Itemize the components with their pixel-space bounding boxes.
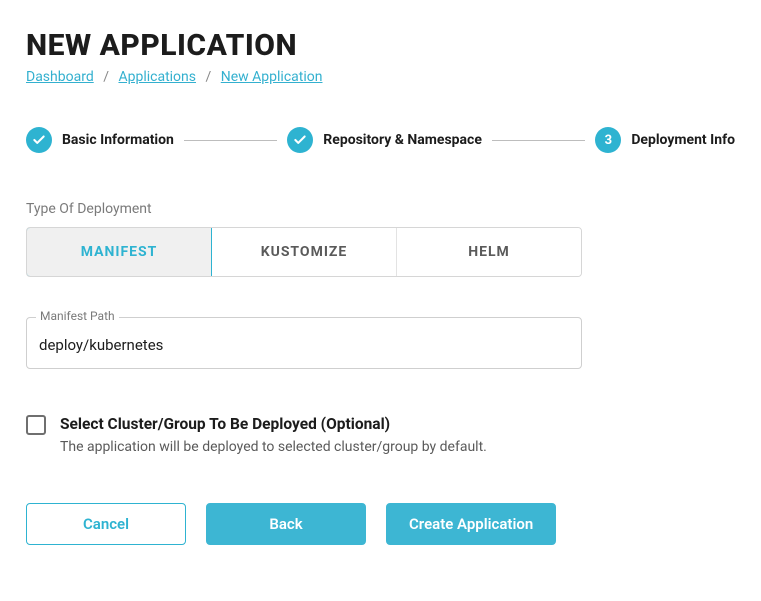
cluster-select-row: Select Cluster/Group To Be Deployed (Opt… xyxy=(26,415,735,455)
step-connector xyxy=(492,140,585,141)
back-button[interactable]: Back xyxy=(206,503,366,545)
cluster-select-checkbox[interactable] xyxy=(26,415,46,435)
step-label: Repository & Namespace xyxy=(323,132,482,148)
breadcrumb-separator: / xyxy=(103,69,109,85)
check-icon xyxy=(26,127,52,153)
footer-actions: Cancel Back Create Application xyxy=(26,503,735,545)
deployment-type-option-manifest[interactable]: MANIFEST xyxy=(26,227,212,277)
step-connector xyxy=(184,140,277,141)
step-label: Basic Information xyxy=(62,132,174,148)
cluster-select-description: The application will be deployed to sele… xyxy=(60,439,487,455)
breadcrumb-link-applications[interactable]: Applications xyxy=(118,69,196,85)
deployment-type-selector: MANIFEST KUSTOMIZE HELM xyxy=(26,227,582,277)
manifest-path-input[interactable] xyxy=(26,317,582,369)
deployment-type-option-helm[interactable]: HELM xyxy=(397,228,581,276)
stepper: Basic Information Repository & Namespace… xyxy=(26,127,735,153)
step-number-badge: 3 xyxy=(595,127,621,153)
create-application-button[interactable]: Create Application xyxy=(386,503,556,545)
deployment-type-option-kustomize[interactable]: KUSTOMIZE xyxy=(212,228,397,276)
cluster-select-title: Select Cluster/Group To Be Deployed (Opt… xyxy=(60,415,487,433)
manifest-path-field: Manifest Path xyxy=(26,317,582,369)
step-basic-information[interactable]: Basic Information xyxy=(26,127,174,153)
page-title: NEW APPLICATION xyxy=(26,28,735,63)
step-repository-namespace[interactable]: Repository & Namespace xyxy=(287,127,482,153)
breadcrumb-link-dashboard[interactable]: Dashboard xyxy=(26,69,94,85)
check-icon xyxy=(287,127,313,153)
deployment-type-label: Type Of Deployment xyxy=(26,201,735,217)
cancel-button[interactable]: Cancel xyxy=(26,503,186,545)
breadcrumb: Dashboard / Applications / New Applicati… xyxy=(26,69,735,85)
manifest-path-label: Manifest Path xyxy=(36,309,119,323)
step-label: Deployment Info xyxy=(631,132,735,148)
breadcrumb-link-new-application[interactable]: New Application xyxy=(221,69,323,85)
breadcrumb-separator: / xyxy=(206,69,212,85)
step-deployment-info[interactable]: 3 Deployment Info xyxy=(595,127,735,153)
